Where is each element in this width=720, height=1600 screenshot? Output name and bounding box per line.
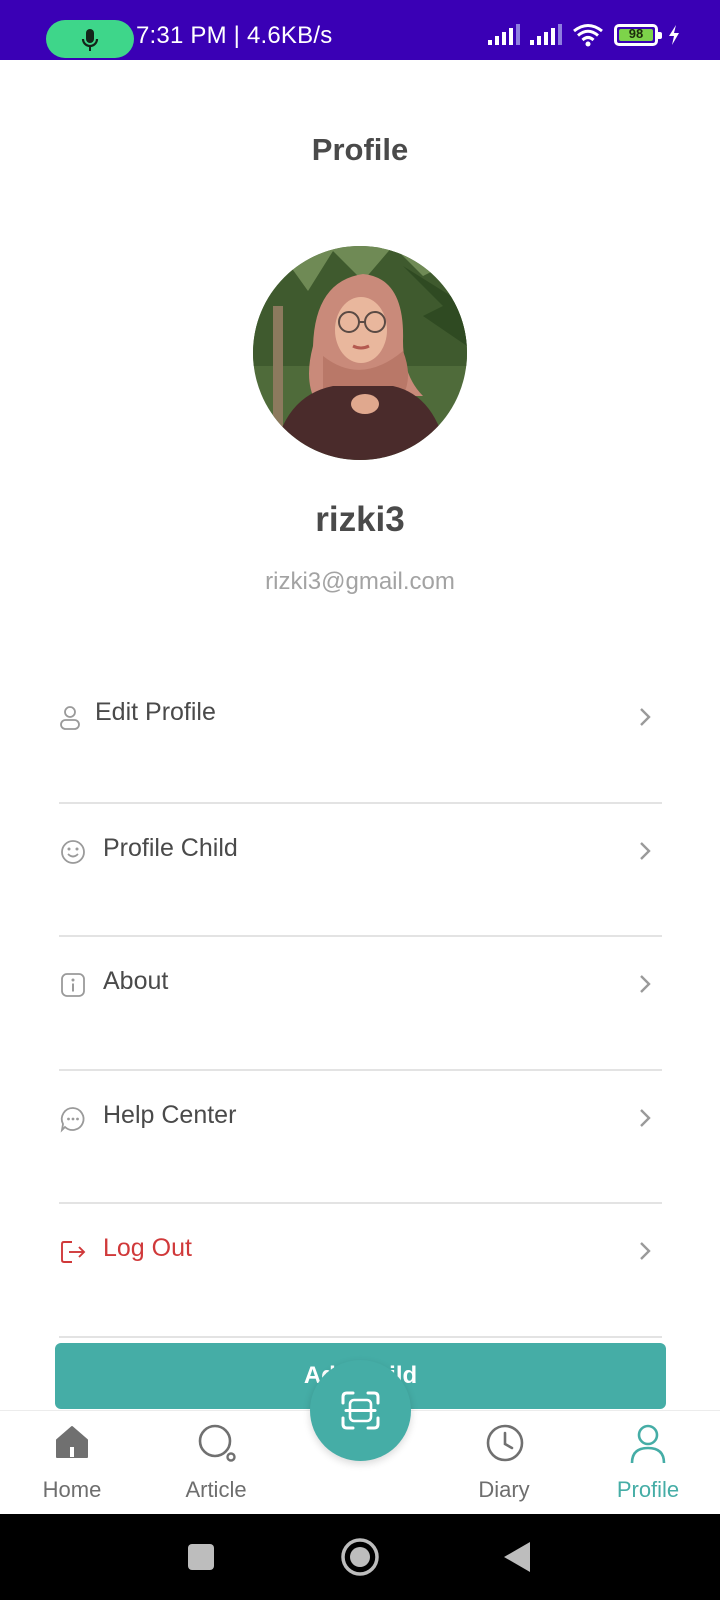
menu-item-label: Log Out [103, 1234, 192, 1262]
menu-item-label: Profile Child [103, 833, 238, 862]
menu-item-log-out[interactable]: Log Out [59, 1204, 662, 1338]
chevron-right-icon [640, 708, 651, 726]
chat-icon [60, 1106, 85, 1133]
chevron-right-icon [640, 841, 651, 860]
menu-item-edit-profile[interactable]: Edit Profile [59, 670, 662, 804]
system-nav-bar [0, 1514, 720, 1600]
nav-label: Home [42, 1477, 102, 1502]
battery-level: 98 [628, 26, 644, 41]
nav-home[interactable]: Home [12, 1411, 132, 1515]
signal-icon [488, 24, 520, 45]
page-title: Profile [311, 132, 409, 167]
recents-icon[interactable] [186, 1514, 216, 1600]
home-button-icon[interactable] [340, 1514, 380, 1600]
home-icon [56, 1426, 88, 1458]
user-name: rizki3 [315, 500, 405, 539]
menu-item-label: Help Center [103, 1100, 237, 1129]
smile-icon [61, 839, 85, 864]
mic-indicator[interactable] [46, 20, 134, 58]
nav-diary[interactable]: Diary [444, 1411, 564, 1515]
microphone-icon [81, 29, 99, 51]
user-email: rizki3@gmail.com [265, 568, 455, 595]
logout-icon [61, 1241, 86, 1263]
chevron-right-icon [640, 1242, 651, 1260]
clock-icon [486, 1424, 524, 1462]
menu-item-help-center[interactable]: Help Center [59, 1071, 662, 1204]
signal-icon [530, 24, 562, 45]
chevron-right-icon [640, 1108, 651, 1127]
status-icons: 98 [488, 20, 680, 50]
status-bar: 7:31 PM | 4.6KB/s 98 [0, 0, 720, 60]
back-icon[interactable] [502, 1514, 532, 1600]
info-icon [61, 973, 85, 997]
avatar[interactable] [253, 246, 467, 460]
battery-icon: 98 [614, 24, 662, 46]
nav-label: Article [185, 1477, 247, 1502]
nav-label: Diary [478, 1477, 530, 1502]
menu-item-label: About [103, 967, 169, 995]
nav-label: Profile [616, 1477, 680, 1502]
menu-item-label: Edit Profile [95, 698, 216, 726]
status-time-speed: 7:31 PM | 4.6KB/s [136, 22, 333, 49]
search-icon [198, 1424, 236, 1462]
user-icon [630, 1424, 666, 1464]
profile-menu: Edit Profile Profile Child About Help Ce… [59, 670, 662, 1338]
scan-button[interactable] [310, 1360, 411, 1461]
nav-profile[interactable]: Profile [588, 1411, 708, 1515]
scan-icon [341, 1391, 380, 1430]
menu-item-about[interactable]: About [59, 937, 662, 1071]
wifi-icon [573, 24, 603, 47]
user-icon [60, 706, 80, 730]
charging-icon [669, 25, 679, 45]
nav-article[interactable]: Article [156, 1411, 276, 1515]
chevron-right-icon [640, 975, 651, 993]
menu-item-profile-child[interactable]: Profile Child [59, 804, 662, 937]
